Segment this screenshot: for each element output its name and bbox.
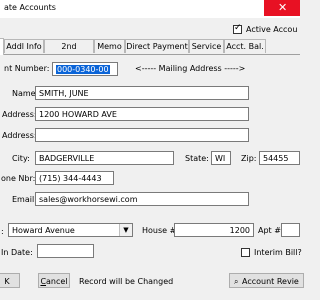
active-row: Active Accou — [0, 18, 300, 38]
status-text: Record will be Changed — [79, 277, 174, 286]
close-button[interactable]: ✕ — [264, 0, 300, 16]
account-review-button[interactable]: ⌕ Account Revie — [229, 273, 304, 288]
address2-label: Address: — [2, 131, 37, 140]
account-review-label: Account Revie — [242, 277, 299, 286]
city-field[interactable]: BADGERVILLE — [35, 151, 174, 165]
street-combo[interactable]: Howard Avenue ▼ — [8, 223, 133, 237]
tab-strip: Addl Info 2nd Contact Memo Direct Paymen… — [0, 38, 300, 65]
window-title: ate Accounts — [4, 3, 56, 12]
account-number-value: 000-0340-00 — [56, 65, 110, 74]
state-field[interactable]: WI — [211, 151, 231, 165]
email-field[interactable]: sales@workhorsewi.com — [35, 192, 249, 206]
address1-label: Address: — [2, 110, 37, 119]
tab-direct-payment[interactable]: Direct Payment — [125, 39, 189, 53]
cancel-button[interactable]: Cancel — [38, 273, 70, 288]
email-label: Email: — [12, 195, 37, 204]
chevron-down-icon[interactable]: ▼ — [119, 224, 132, 236]
apt-field[interactable] — [281, 223, 300, 237]
street-value: Howard Avenue — [12, 226, 75, 235]
cancel-label: ancel — [46, 277, 68, 286]
active-checkbox-label: Active Accou — [246, 25, 298, 34]
interim-bill-label: Interim Bill? — [254, 248, 302, 257]
tab-acct-bal[interactable]: Acct. Bal. — [224, 39, 266, 53]
account-number-label: nt Number: — [4, 64, 50, 73]
name-field[interactable]: SMITH, JUNE — [35, 86, 249, 100]
street-label: : — [1, 227, 4, 236]
in-date-field[interactable] — [37, 244, 94, 258]
tab-addl-info[interactable]: Addl Info — [4, 39, 44, 53]
form-panel: nt Number: 000-0340-00 <----- Mailing Ad… — [0, 55, 304, 300]
tab-memo[interactable]: Memo — [94, 39, 125, 53]
zip-field[interactable]: 54455 — [259, 151, 300, 165]
tab-2nd-contact[interactable]: 2nd Contact — [44, 39, 94, 65]
close-icon: ✕ — [278, 1, 288, 14]
address1-field[interactable]: 1200 HOWARD AVE — [35, 107, 249, 121]
house-label: House # — [142, 226, 177, 235]
zip-label: Zip: — [241, 154, 257, 163]
interim-bill-checkbox[interactable] — [241, 248, 250, 257]
city-label: City: — [12, 154, 30, 163]
phone-field[interactable]: (715) 344-4443 — [35, 171, 114, 185]
apt-label: Apt # — [258, 226, 281, 235]
ok-button[interactable]: K — [0, 273, 20, 288]
mailing-address-caption: <----- Mailing Address -----> — [135, 64, 246, 73]
account-number-field[interactable]: 000-0340-00 — [52, 62, 118, 76]
phone-label: one Nbr: — [1, 174, 36, 183]
magnifier-icon: ⌕ — [234, 277, 239, 286]
tab-service[interactable]: Service — [189, 39, 224, 53]
in-date-label: In Date: — [1, 248, 33, 257]
state-label: State: — [185, 154, 209, 163]
window-titlebar: ate Accounts ✕ — [0, 0, 300, 18]
active-checkbox[interactable] — [233, 23, 242, 34]
house-field[interactable]: 1200 — [174, 223, 254, 237]
address2-field[interactable] — [35, 128, 249, 142]
